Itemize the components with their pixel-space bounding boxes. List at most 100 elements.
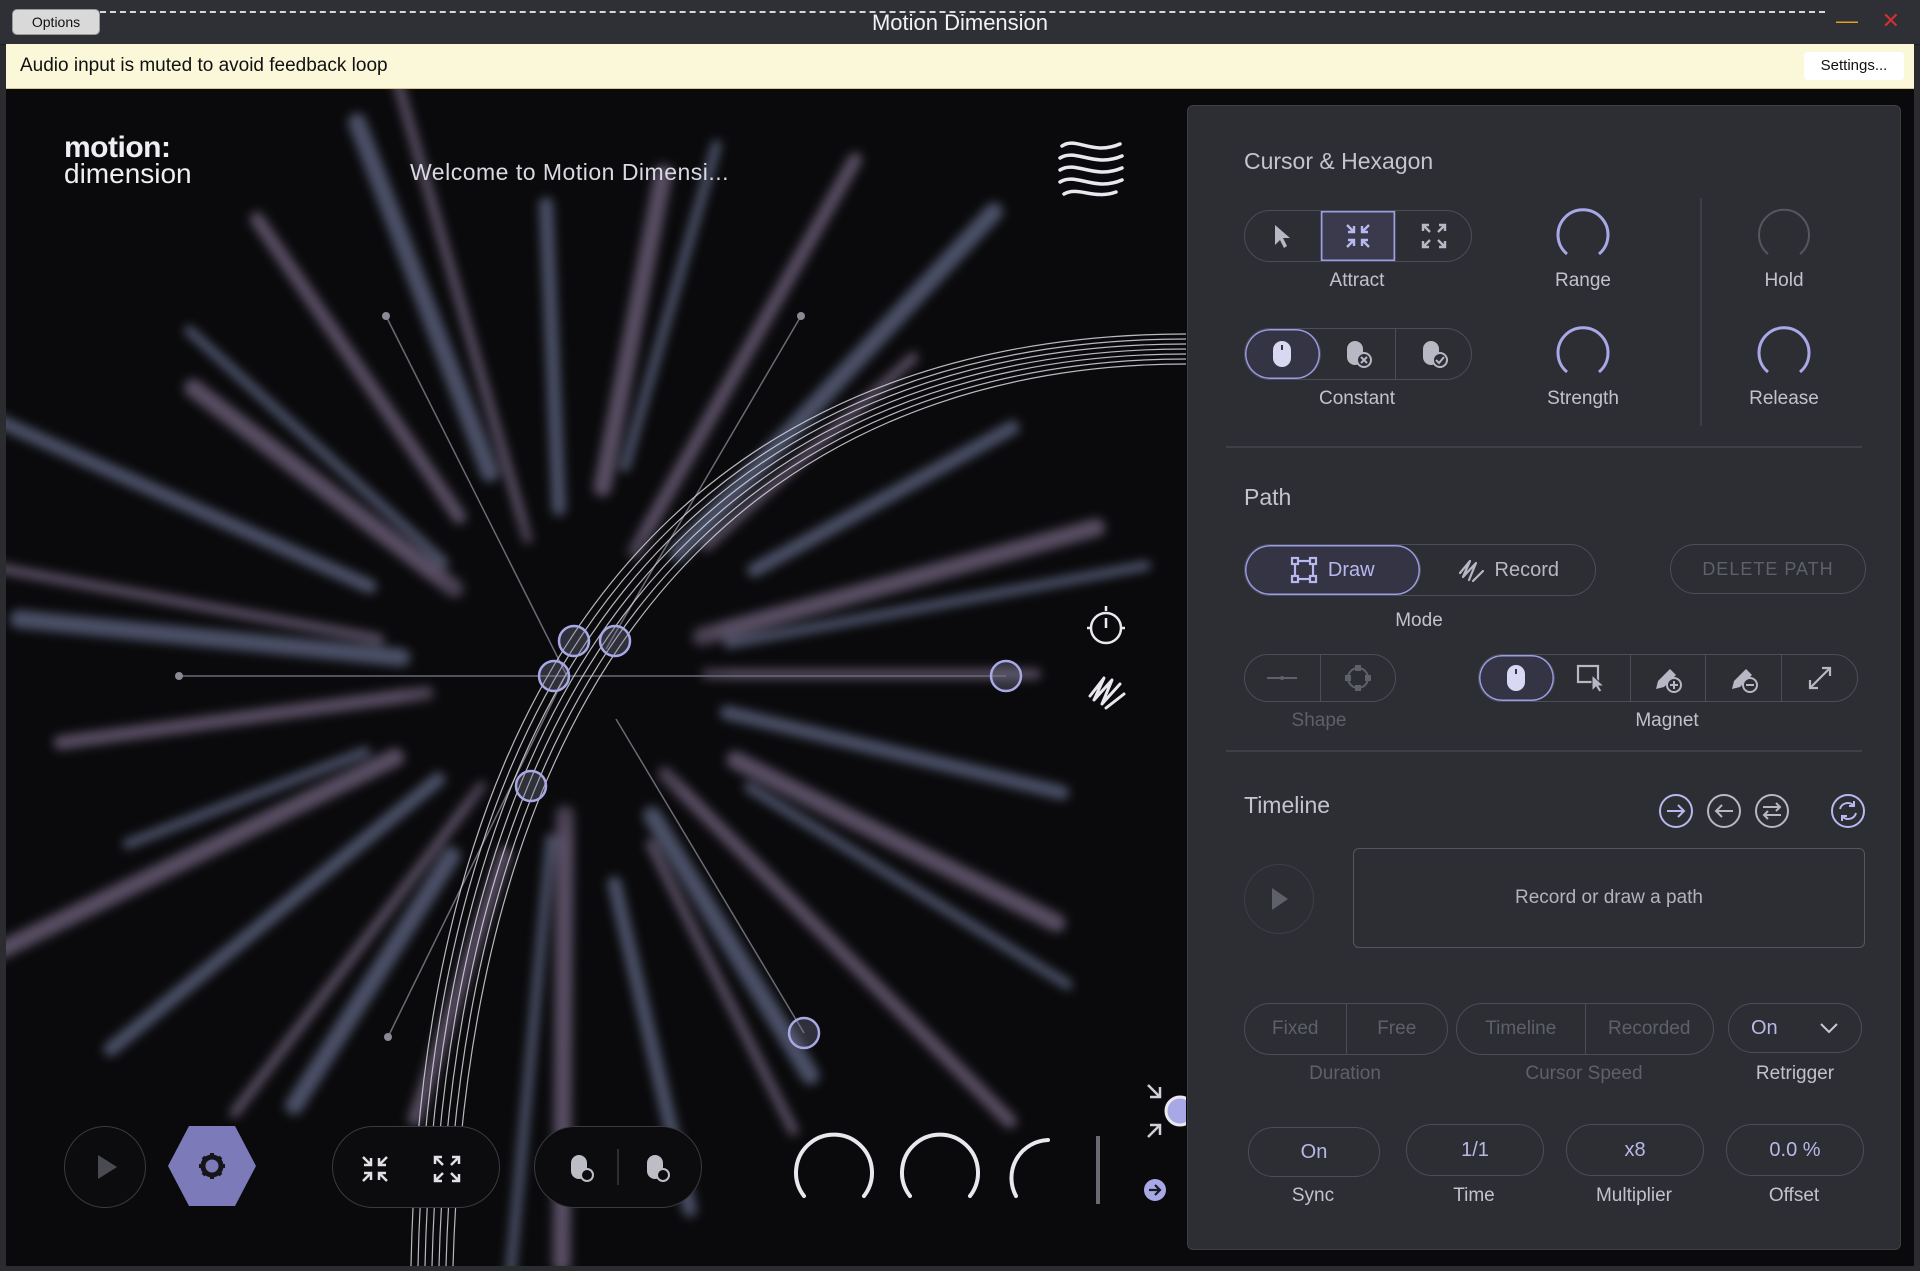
plugin-main: motion: dimension Welcome to Motion Dime… (6, 89, 1914, 1266)
delete-path-button[interactable]: DELETE PATH (1670, 544, 1866, 594)
mouse-icons (571, 1149, 670, 1185)
record-squiggle-icon (1458, 559, 1484, 583)
remove-point-icon (1731, 669, 1758, 693)
hold-label: Hold (1764, 270, 1804, 291)
circle-shape-icon (1344, 665, 1371, 691)
cursor-speed-label: Cursor Speed (1525, 1063, 1643, 1084)
duration-segment[interactable]: Fixed Free (1244, 1003, 1448, 1055)
shape-line-option[interactable] (1245, 655, 1321, 701)
magnet-remove-option[interactable] (1706, 655, 1783, 701)
path-mode-label: Mode (1395, 610, 1443, 631)
brand-logo: motion: dimension (64, 133, 192, 189)
draw-icon (1290, 556, 1318, 584)
path-squiggle-icon[interactable] (1086, 672, 1128, 712)
shape-circle-option[interactable] (1321, 655, 1396, 701)
bottom-knobs[interactable] (786, 1124, 1106, 1214)
click-hold-option[interactable] (1396, 329, 1471, 379)
light-ray (747, 420, 1020, 578)
add-point-icon (1655, 669, 1682, 693)
magnet-label: Magnet (1635, 710, 1699, 731)
light-ray (642, 805, 820, 1085)
mouse-x-icon (1347, 341, 1372, 368)
cursor-repel-option[interactable] (1396, 211, 1471, 261)
cursor-mode-segment[interactable] (1244, 210, 1472, 262)
pingpong-direction-icon[interactable] (1752, 791, 1792, 831)
record-option[interactable]: Record (1421, 545, 1596, 595)
magnet-expand-option[interactable] (1782, 655, 1857, 701)
mouse-icon (1507, 665, 1526, 691)
hold-mode-label: Constant (1318, 388, 1396, 409)
path-section-title: Path (1244, 484, 1292, 510)
light-ray (53, 685, 435, 750)
notice-bar: Audio input is muted to avoid feedback l… (6, 44, 1914, 90)
light-ray (394, 89, 533, 545)
timeline-section-title: Timeline (1244, 792, 1331, 818)
multiplier-value[interactable]: x8 (1566, 1124, 1704, 1176)
cursor-speed-segment[interactable]: Timeline Recorded (1456, 1003, 1714, 1055)
release-knob[interactable] (1754, 324, 1814, 380)
hold-knob[interactable] (1754, 206, 1814, 262)
offset-value[interactable]: 0.0 % (1726, 1124, 1864, 1176)
cursor-attract-option[interactable] (1320, 211, 1397, 261)
sync-label: Sync (1291, 1185, 1335, 1206)
play-icon (1272, 888, 1288, 910)
notice-settings-button[interactable]: Settings... (1804, 52, 1904, 80)
forward-direction-icon[interactable] (1656, 791, 1696, 831)
shape-label: Shape (1291, 710, 1347, 731)
constant-option[interactable] (1245, 329, 1321, 379)
visualizer[interactable]: motion: dimension Welcome to Motion Dime… (6, 89, 1186, 1266)
cursor-section-title: Cursor & Hexagon (1244, 148, 1434, 174)
play-button[interactable] (64, 1126, 146, 1208)
attract-repel-toggle[interactable] (332, 1126, 500, 1208)
magnet-add-option[interactable] (1631, 655, 1707, 701)
retrigger-value: On (1751, 1016, 1778, 1039)
record-label: Record (1494, 558, 1559, 581)
click-release-option[interactable] (1321, 329, 1397, 379)
mouse-mode-toggle[interactable] (534, 1126, 702, 1208)
timer-icon[interactable] (1084, 604, 1128, 648)
loop-icon[interactable] (1828, 791, 1868, 831)
range-knob[interactable] (1553, 206, 1613, 262)
attract-repel-icons (362, 1155, 461, 1183)
shape-segment[interactable] (1244, 654, 1396, 702)
timeline-path-box[interactable]: Record or draw a path (1353, 848, 1865, 948)
path-mode-segment[interactable]: Draw Record (1244, 544, 1596, 596)
select-cursor-icon (1577, 664, 1606, 693)
light-ray (539, 197, 567, 517)
chevron-down-icon (1820, 1023, 1838, 1034)
mouse-check-icon (1422, 341, 1448, 368)
hold-mode-segment[interactable] (1244, 328, 1472, 380)
draw-option[interactable]: Draw (1245, 545, 1421, 595)
backward-direction-icon[interactable] (1704, 791, 1744, 831)
cursor-mode-label: Attract (1329, 270, 1385, 291)
release-label: Release (1749, 388, 1819, 409)
time-value[interactable]: 1/1 (1406, 1124, 1544, 1176)
logo-line2: dimension (64, 158, 192, 189)
magnet-select-option[interactable] (1555, 655, 1631, 701)
duration-free-option[interactable]: Free (1347, 1004, 1448, 1054)
speed-recorded-option[interactable]: Recorded (1586, 1004, 1714, 1054)
retrigger-dropdown[interactable]: On (1728, 1003, 1862, 1053)
speed-timeline-option[interactable]: Timeline (1457, 1004, 1586, 1054)
pointer-icon (1275, 225, 1291, 248)
retrigger-label: Retrigger (1755, 1063, 1835, 1084)
repel-icon (1421, 223, 1446, 249)
close-button[interactable]: ✕ (1882, 8, 1900, 34)
waves-menu-icon[interactable] (1056, 134, 1126, 204)
duration-fixed-option[interactable]: Fixed (1245, 1004, 1347, 1054)
title-bar: Options Motion Dimension — ✕ (0, 0, 1920, 45)
cursor-pointer-option[interactable] (1245, 211, 1321, 261)
light-ray (657, 766, 1017, 1129)
magnet-segment[interactable] (1478, 654, 1858, 702)
minimize-button[interactable]: — (1836, 8, 1858, 34)
duration-label: Duration (1309, 1063, 1381, 1084)
timeline-play-button[interactable] (1244, 864, 1314, 934)
strength-knob[interactable] (1553, 324, 1613, 380)
sync-toggle[interactable]: On (1248, 1127, 1380, 1177)
play-icon (98, 1155, 117, 1179)
light-ray (743, 782, 1073, 990)
time-label: Time (1453, 1185, 1495, 1206)
multiplier-label: Multiplier (1595, 1185, 1673, 1206)
magnet-mouse-option[interactable] (1479, 655, 1555, 701)
settings-hex-button[interactable] (166, 1124, 258, 1208)
